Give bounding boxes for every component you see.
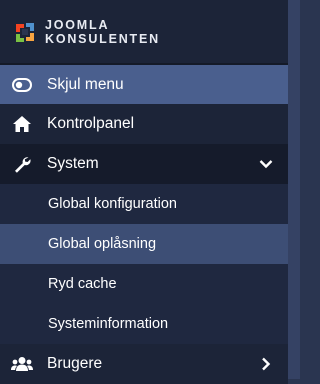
chevron-right-icon xyxy=(258,356,274,372)
logo[interactable]: JOOMLA KONSULENTEN xyxy=(0,0,288,63)
toggle-icon xyxy=(10,75,34,95)
logo-text: JOOMLA KONSULENTEN xyxy=(45,17,160,46)
users-label: Brugere xyxy=(47,355,103,372)
menu-item-system[interactable]: System xyxy=(0,144,288,184)
wrench-icon xyxy=(10,154,34,174)
submenu-item-global-checkin[interactable]: Global oplåsning xyxy=(0,224,288,264)
sidebar-scrollbar[interactable] xyxy=(288,0,300,379)
home-icon xyxy=(10,114,34,134)
users-icon xyxy=(10,354,34,374)
menu-item-users[interactable]: Brugere xyxy=(0,344,288,384)
joomla-logo-icon xyxy=(16,22,34,42)
submenu-item-global-configuration[interactable]: Global konfiguration xyxy=(0,184,288,224)
menu-item-control-panel[interactable]: Kontrolpanel xyxy=(0,104,288,144)
toggle-menu-button[interactable]: Skjul menu xyxy=(0,65,288,104)
sidebar: JOOMLA KONSULENTEN Skjul menu Kontrolpan… xyxy=(0,0,288,384)
control-panel-label: Kontrolpanel xyxy=(47,115,135,132)
toggle-menu-label: Skjul menu xyxy=(47,75,124,93)
submenu-item-clear-cache[interactable]: Ryd cache xyxy=(0,264,288,304)
submenu-item-system-information[interactable]: Systeminformation xyxy=(0,304,288,344)
chevron-down-icon xyxy=(258,156,274,172)
system-label: System xyxy=(47,155,99,172)
